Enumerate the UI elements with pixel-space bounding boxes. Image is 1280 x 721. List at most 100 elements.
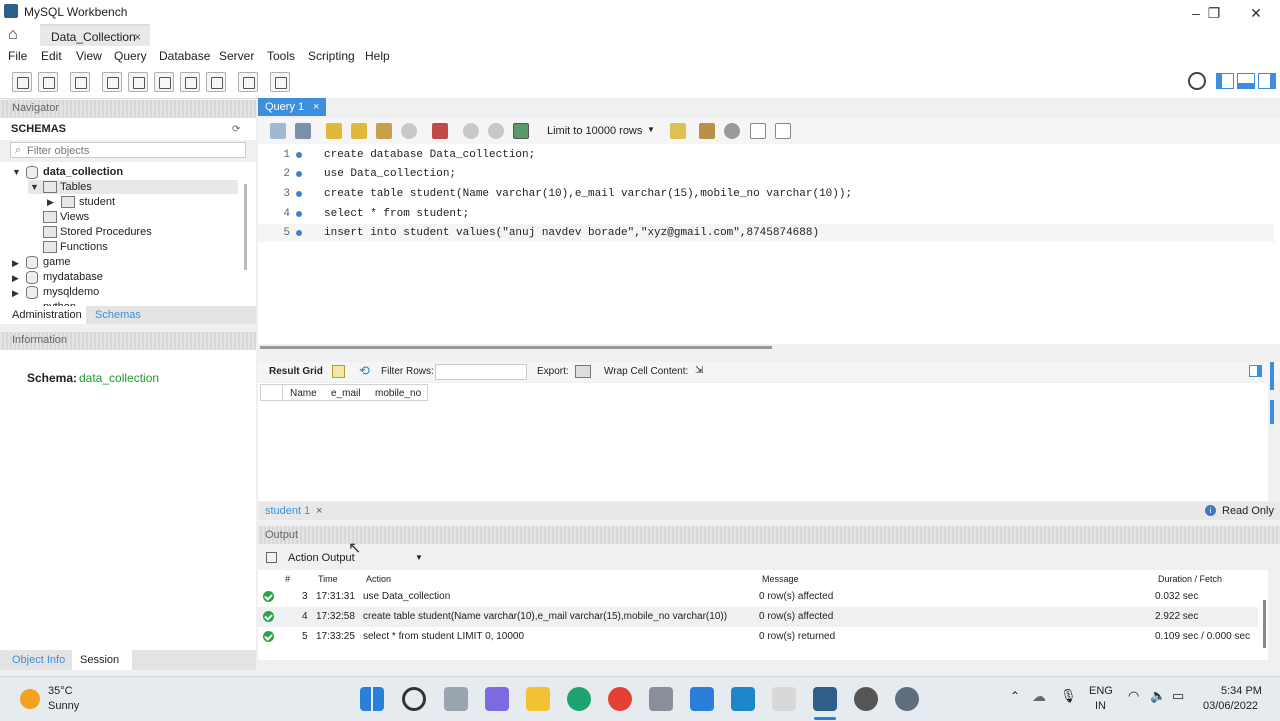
form-editor-icon[interactable] bbox=[1249, 365, 1262, 377]
inspector-icon[interactable] bbox=[70, 72, 90, 92]
language-region[interactable]: IN bbox=[1095, 700, 1106, 712]
menu-query[interactable]: Query bbox=[114, 49, 147, 63]
task-view-icon[interactable] bbox=[444, 687, 468, 711]
toggle-error-icon[interactable] bbox=[432, 123, 448, 139]
tree-item-data-collection[interactable]: data_collection bbox=[43, 166, 123, 178]
settings-gear-icon[interactable] bbox=[1188, 72, 1206, 90]
output-row[interactable]: 3 17:31:31 use Data_collection 0 row(s) … bbox=[258, 587, 1258, 607]
query-tab[interactable]: Query 1 × bbox=[258, 98, 326, 116]
refresh-icon[interactable]: ⟲ bbox=[359, 363, 370, 379]
chat-icon[interactable] bbox=[485, 687, 509, 711]
close-query-tab-icon[interactable]: × bbox=[313, 101, 319, 113]
menu-scripting[interactable]: Scripting bbox=[308, 49, 355, 63]
menu-file[interactable]: File bbox=[8, 49, 27, 63]
file-explorer-icon[interactable] bbox=[526, 687, 550, 711]
mysql-workbench-taskbar-icon[interactable] bbox=[813, 687, 837, 711]
tab-object-info[interactable]: Object Info bbox=[12, 654, 65, 666]
expand-triangle-icon[interactable]: ▶ bbox=[12, 258, 19, 269]
output-scrollbar[interactable] bbox=[1263, 600, 1266, 648]
beautify-icon[interactable] bbox=[699, 123, 715, 139]
close-tab-icon[interactable]: × bbox=[134, 30, 141, 44]
filter-rows-input[interactable] bbox=[435, 364, 527, 380]
menu-edit[interactable]: Edit bbox=[41, 49, 62, 63]
open-sql-script-icon[interactable] bbox=[38, 72, 58, 92]
create-schema-icon[interactable] bbox=[102, 72, 122, 92]
volume-icon[interactable]: 🔈 bbox=[1150, 688, 1166, 704]
action-output-select[interactable]: Action Output bbox=[288, 552, 355, 564]
create-procedure-icon[interactable] bbox=[180, 72, 200, 92]
copy-output-icon[interactable] bbox=[266, 552, 277, 563]
toggle-secondary-sidebar-icon[interactable] bbox=[1258, 73, 1276, 89]
limit-rows-select[interactable]: Limit to 10000 rows bbox=[547, 125, 642, 137]
cloud-icon[interactable]: ☁ bbox=[1032, 688, 1046, 705]
open-file-icon[interactable] bbox=[270, 123, 286, 139]
new-sql-tab-icon[interactable] bbox=[12, 72, 32, 92]
collapse-triangle-icon[interactable]: ▼ bbox=[30, 182, 39, 192]
create-function-icon[interactable] bbox=[206, 72, 226, 92]
chevron-up-icon[interactable]: ⌃ bbox=[1010, 689, 1020, 703]
tree-item-tables[interactable]: Tables bbox=[60, 181, 92, 193]
menu-help[interactable]: Help bbox=[365, 49, 390, 63]
tree-item-functions[interactable]: Functions bbox=[60, 241, 108, 253]
microphone-icon[interactable]: 🎙 bbox=[1060, 688, 1077, 704]
dropdown-arrow-icon[interactable]: ▼ bbox=[647, 125, 655, 134]
sql-editor[interactable]: 1 create database Data_collection; 2 use… bbox=[258, 144, 1280, 344]
refresh-schemas-icon[interactable]: ⟳ bbox=[232, 124, 240, 135]
save-file-icon[interactable] bbox=[295, 123, 311, 139]
output-row[interactable]: 4 17:32:58 create table student(Name var… bbox=[258, 607, 1258, 627]
export-icon[interactable] bbox=[575, 365, 591, 378]
toggle-output-icon[interactable] bbox=[1237, 73, 1255, 89]
language-code[interactable]: ENG bbox=[1089, 685, 1113, 697]
clock-date[interactable]: 03/06/2022 bbox=[1203, 700, 1258, 712]
expand-triangle-icon[interactable]: ▶ bbox=[47, 197, 54, 208]
expand-triangle-icon[interactable]: ▶ bbox=[12, 273, 19, 284]
start-windows-icon[interactable] bbox=[360, 687, 384, 711]
stop-icon[interactable] bbox=[401, 123, 417, 139]
settings-gear-icon[interactable] bbox=[895, 687, 919, 711]
column-header[interactable]: Name bbox=[290, 388, 317, 399]
app-icon[interactable] bbox=[854, 687, 878, 711]
autocommit-icon[interactable] bbox=[513, 123, 529, 139]
close-result-tab-icon[interactable]: × bbox=[316, 505, 322, 517]
rollback-icon[interactable] bbox=[488, 123, 504, 139]
menu-server[interactable]: Server bbox=[219, 49, 254, 63]
result-tab-student[interactable]: student 1 bbox=[265, 505, 310, 517]
result-side-tab[interactable] bbox=[1270, 362, 1274, 390]
tree-scrollbar[interactable] bbox=[244, 184, 247, 270]
editor-horizontal-scrollbar[interactable] bbox=[260, 346, 772, 349]
search-table-data-icon[interactable] bbox=[238, 72, 258, 92]
app-icon[interactable] bbox=[731, 687, 755, 711]
commit-icon[interactable] bbox=[463, 123, 479, 139]
mail-icon[interactable] bbox=[690, 687, 714, 711]
home-icon[interactable]: ⌂ bbox=[8, 26, 30, 44]
connection-tab[interactable]: Data_Collection × bbox=[40, 24, 150, 46]
clock-time[interactable]: 5:34 PM bbox=[1221, 685, 1262, 697]
tab-schemas[interactable]: Schemas bbox=[95, 309, 141, 321]
weather-sun-icon[interactable] bbox=[20, 689, 40, 709]
battery-icon[interactable]: ▭ bbox=[1172, 688, 1184, 704]
result-side-tab[interactable] bbox=[1270, 400, 1274, 424]
search-icon[interactable] bbox=[402, 687, 426, 711]
column-header[interactable]: mobile_no bbox=[375, 388, 421, 399]
chrome-browser-icon[interactable] bbox=[608, 687, 632, 711]
wrap-cell-icon[interactable]: ⇲ bbox=[695, 365, 703, 376]
menu-tools[interactable]: Tools bbox=[267, 49, 295, 63]
explain-icon[interactable] bbox=[376, 123, 392, 139]
expand-triangle-icon[interactable]: ▶ bbox=[12, 288, 19, 299]
word-wrap-icon[interactable] bbox=[775, 123, 791, 139]
wifi-icon[interactable]: ◠ bbox=[1128, 688, 1139, 704]
menu-database[interactable]: Database bbox=[159, 49, 210, 63]
result-grid-label[interactable]: Result Grid bbox=[269, 366, 323, 377]
grid-icon[interactable] bbox=[332, 365, 345, 378]
add-snippet-icon[interactable] bbox=[670, 123, 686, 139]
tree-item-game[interactable]: game bbox=[43, 256, 71, 268]
find-icon[interactable] bbox=[724, 123, 740, 139]
store-icon[interactable] bbox=[649, 687, 673, 711]
tree-item-student[interactable]: student bbox=[79, 196, 115, 208]
tree-item-views[interactable]: Views bbox=[60, 211, 89, 223]
reconnect-icon[interactable] bbox=[270, 72, 290, 92]
column-header[interactable]: e_mail bbox=[331, 388, 360, 399]
edge-browser-icon[interactable] bbox=[567, 687, 591, 711]
create-table-icon[interactable] bbox=[128, 72, 148, 92]
collapse-triangle-icon[interactable]: ▼ bbox=[12, 167, 21, 177]
